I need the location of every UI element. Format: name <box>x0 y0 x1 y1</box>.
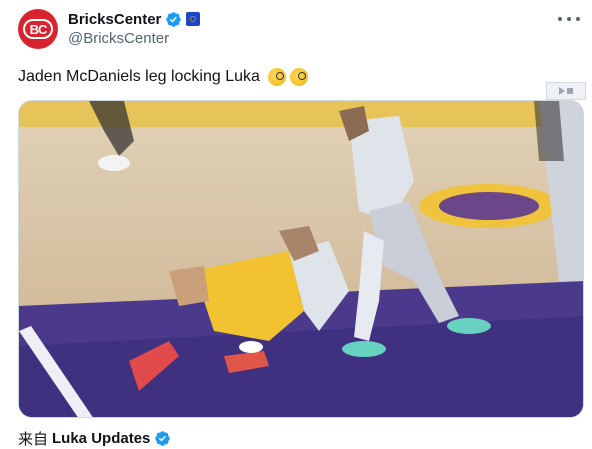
ad-choices-icon[interactable] <box>546 82 586 100</box>
brand-logo-icon: BC <box>23 19 53 39</box>
source-prefix: 来自 <box>18 431 49 448</box>
avatar-text: BC <box>29 21 48 37</box>
face-with-monocle-icon <box>267 68 286 86</box>
verified-badge-icon <box>166 11 182 27</box>
avatar[interactable]: BC <box>18 9 58 49</box>
tweet-text: Jaden McDaniels leg locking Luka <box>18 68 308 86</box>
tweet-video[interactable] <box>18 100 584 418</box>
tweet-text-content: Jaden McDaniels leg locking Luka <box>18 68 260 85</box>
more-options-icon[interactable] <box>558 10 580 28</box>
quote-source: 来自 Luka Updates <box>18 428 171 449</box>
verified-badge-icon <box>155 431 171 446</box>
face-with-monocle-icon <box>289 68 308 86</box>
author-name-row: BricksCenter <box>68 9 201 29</box>
eu-flag-icon <box>186 12 201 26</box>
author-handle[interactable]: @BricksCenter <box>68 30 169 47</box>
video-frame <box>19 101 583 417</box>
source-account-link[interactable]: Luka Updates <box>52 430 150 447</box>
display-name[interactable]: BricksCenter <box>68 11 161 28</box>
